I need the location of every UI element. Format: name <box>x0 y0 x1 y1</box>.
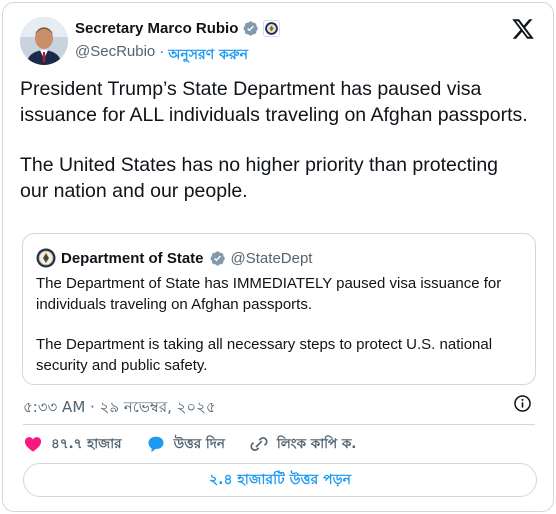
author-avatar[interactable] <box>20 17 68 65</box>
quoted-handle[interactable]: @StateDept <box>231 250 313 267</box>
government-seal-icon <box>263 20 281 37</box>
x-logo-icon[interactable] <box>511 17 535 41</box>
copy-link-button[interactable]: লিংক কাপি ক. <box>249 433 357 456</box>
verified-badge-icon <box>210 250 225 266</box>
tweet-timestamp[interactable]: ৫:৩৩ AM · ২৯ নভেম্বর, ২০২৫ <box>23 396 216 421</box>
quoted-tweet-header: Department of State @StateDept <box>36 248 312 268</box>
handle-separator: · <box>159 43 165 60</box>
quoted-tweet-text: The Department of State has IMMEDIATELY … <box>36 274 524 376</box>
reply-button[interactable]: উত্তর দিন <box>146 433 225 456</box>
government-seal-icon <box>36 248 56 268</box>
quoted-display-name[interactable]: Department of State <box>61 250 204 267</box>
author-display-name[interactable]: Secretary Marco Rubio <box>75 20 238 37</box>
tweet-text: President Trump’s State Department has p… <box>20 77 530 204</box>
quoted-paragraph: The Department is taking all necessary s… <box>36 336 493 374</box>
link-icon <box>250 437 268 451</box>
read-replies-button[interactable]: ২.৪ হাজারটি উত্তর পড়ন <box>23 463 537 497</box>
tweet-actions: ৪৭.৭ হাজার উত্তর দিন লিংক কাপি ক. <box>23 433 380 455</box>
verified-badge-icon <box>243 21 259 36</box>
author-name-row: Secretary Marco Rubio <box>75 20 281 37</box>
author-handle-row: @SecRubio · অনুসরণ করুন <box>75 43 248 67</box>
like-count: ৪৭.৭ হাজার <box>51 435 122 452</box>
quoted-tweet[interactable]: Department of State @StateDept The Depar… <box>22 233 536 385</box>
tweet-card: Secretary Marco Rubio @SecRubio · অনুসরণ… <box>2 2 554 512</box>
quoted-paragraph: The Department of State has IMMEDIATELY … <box>36 275 502 313</box>
tweet-paragraph: The United States has no higher priority… <box>20 154 499 202</box>
info-icon[interactable] <box>513 394 532 413</box>
heart-icon <box>24 437 42 452</box>
tweet-paragraph: President Trump’s State Department has p… <box>20 78 528 126</box>
like-button[interactable]: ৪৭.৭ হাজার <box>23 433 122 456</box>
reply-label: উত্তর দিন <box>173 435 225 452</box>
copy-link-label: লিংক কাপি ক. <box>276 435 357 452</box>
author-handle[interactable]: @SecRubio <box>75 43 155 67</box>
follow-button[interactable]: অনুসরণ করুন <box>168 43 248 67</box>
speech-bubble-icon <box>148 436 164 452</box>
divider <box>23 424 535 425</box>
